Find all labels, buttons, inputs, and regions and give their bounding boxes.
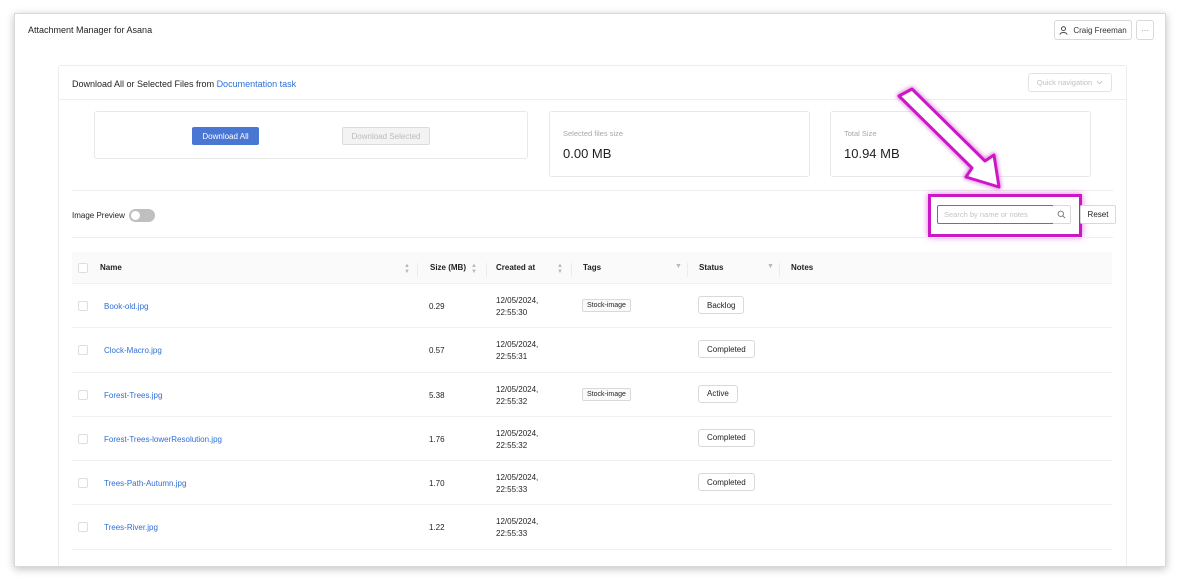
app-window: Attachment Manager for Asana Craig Freem… bbox=[14, 13, 1166, 567]
annotation-arrow-icon bbox=[897, 87, 1001, 189]
